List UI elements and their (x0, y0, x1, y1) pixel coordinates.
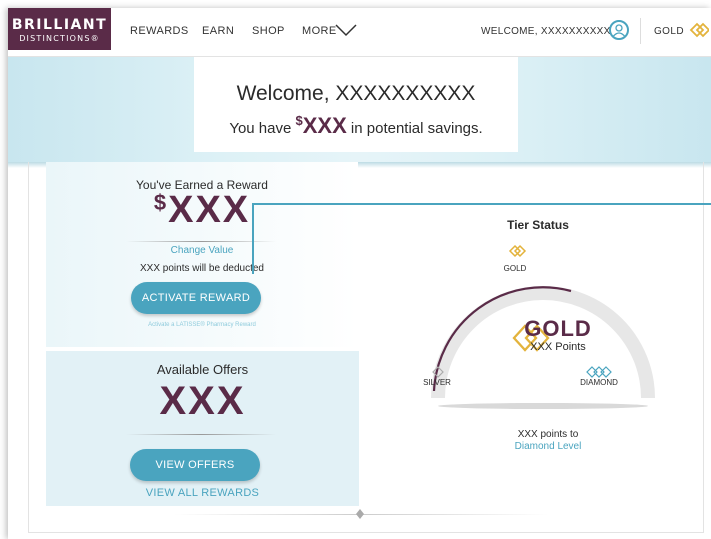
reward-amount: $XXX (46, 189, 358, 232)
top-nav: BRILLIANT DISTINCTIONS® REWARDS EARN SHO… (8, 8, 711, 57)
chevron-down-icon[interactable] (334, 23, 358, 37)
view-all-rewards-link[interactable]: VIEW ALL REWARDS (46, 487, 359, 499)
savings-amount: $XXX (296, 113, 347, 138)
points-to-next-text: XXX points to (517, 429, 579, 440)
gold-diamond-icon[interactable] (689, 20, 709, 40)
silver-tier-label: SILVER (423, 378, 451, 387)
nav-earn-link[interactable]: EARN (202, 25, 234, 37)
reward-currency: $ (153, 190, 169, 215)
divider-diamond-icon (356, 509, 364, 519)
logo-line2: DISTINCTIONS® (19, 34, 100, 43)
callout-line-vertical (252, 203, 254, 274)
savings-currency: $ (295, 113, 303, 128)
current-tier-points: XXX Points (530, 341, 586, 353)
diamond-tier-label: DIAMOND (580, 378, 618, 387)
silver-diamond-icon (432, 366, 444, 378)
gold-tier-top-icon (508, 244, 527, 258)
callout-line-horizontal (252, 203, 711, 205)
offers-title: Available Offers (156, 362, 249, 377)
nav-rewards-link[interactable]: REWARDS (130, 25, 189, 37)
change-value-link[interactable]: Change Value (46, 245, 358, 256)
diamond-level-link[interactable]: Diamond Level (428, 441, 668, 452)
nav-divider (640, 18, 641, 44)
tier-top-label: GOLD (503, 264, 527, 273)
diamond-tier-icon (586, 366, 612, 378)
current-tier-name: GOLD (524, 316, 592, 341)
logo-line1: BRILLIANT (11, 17, 108, 33)
brand-logo[interactable]: BRILLIANT DISTINCTIONS® (8, 8, 111, 50)
points-deduct-text: XXX points will be deducted (140, 263, 264, 274)
welcome-hero-banner: Welcome, XXXXXXXXXX You have $XXX in pot… (8, 57, 711, 162)
reward-value: XXX (168, 189, 251, 231)
latisse-reward-link[interactable]: Activate a LATISSE® Pharmacy Reward (46, 322, 358, 328)
offers-divider (126, 434, 276, 435)
activate-reward-button[interactable]: ACTIVATE REWARD (131, 282, 261, 314)
tier-status-label[interactable]: GOLD (654, 26, 684, 37)
hero-savings-line: You have $XXX in potential savings. (194, 113, 518, 139)
nav-more-link[interactable]: MORE (302, 25, 337, 37)
view-offers-button[interactable]: VIEW OFFERS (130, 449, 260, 481)
user-circle-icon[interactable] (609, 20, 629, 40)
savings-prefix: You have (229, 120, 296, 137)
app-window: BRILLIANT DISTINCTIONS® REWARDS EARN SHO… (8, 8, 711, 539)
nav-shop-link[interactable]: SHOP (252, 25, 285, 37)
hero-greeting: Welcome, XXXXXXXXXX (236, 82, 476, 105)
welcome-user-text: WELCOME, XXXXXXXXXX (481, 26, 611, 37)
hero-message-box: Welcome, XXXXXXXXXX You have $XXX in pot… (194, 57, 518, 152)
savings-suffix: in potential savings. (346, 120, 483, 137)
savings-value: XXX (302, 113, 347, 138)
offers-count: XXX (159, 379, 246, 423)
